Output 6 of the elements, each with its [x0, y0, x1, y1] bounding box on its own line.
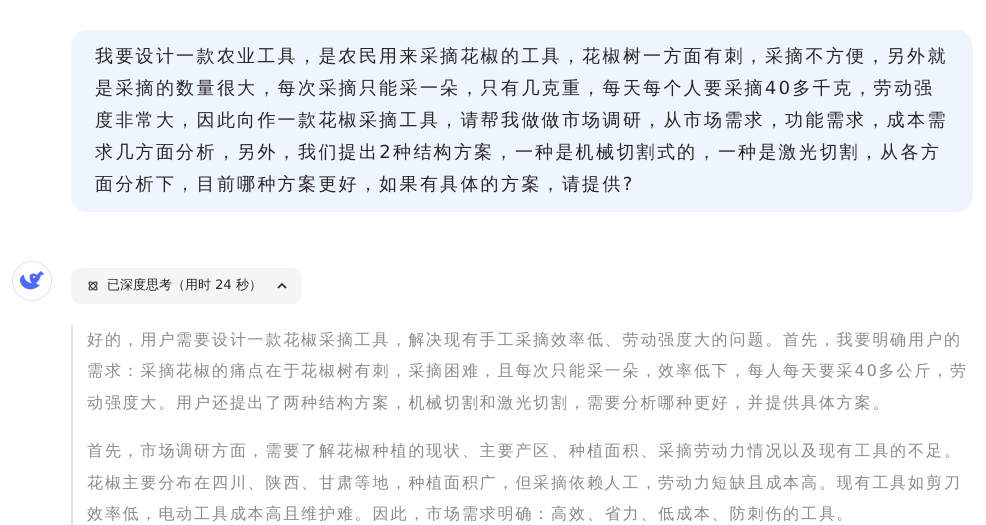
whale-icon	[19, 271, 45, 291]
thinking-paragraph: 首先，市场调研方面，需要了解花椒种植的现状、主要产区、种植面积、采摘劳动力情况以及现有工具的不足。花椒主要分布在四川、陕西、甘肃等地，种植面积广，但采摘依赖人工，劳动力短缺且成本高。现有工具如剪刀效率低，电动工具成本高且维护难。因此，市场需求明确：高效、省力、低成本、防刺伤的工具。	[87, 440, 963, 525]
thinking-toggle[interactable]: 已深度思考（用时 24 秒）	[71, 268, 302, 304]
user-message: 我要设计一款农业工具，是农民用来采摘花椒的工具，花椒树一方面有刺，采摘不方便，另外就是采摘的数量很大，每次采摘只能采一朵，只有几克重，每天每个人要采摘40多千克，劳动强度非常大，因此向作一款花椒采摘工具，请帮我做做市场调研，从市场需求，功能需求，成本需求几方面分析，另外，我们提出2种结构方案，一种是机械切割式的，一种是激光切割，从各方面分析下，目前哪种方案更好，如果有具体的方案，请提供?	[71, 30, 973, 212]
thinking-paragraph: 好的，用户需要设计一款花椒采摘工具，解决现有手工采摘效率低、劳动强度大的问题。首先，我要明确用户的需求：采摘花椒的痛点在于花椒树有刺，采摘困难，且每次只能采一朵，效率低下，每人每天要采40多公斤，劳动强度大。用户还提出了两种结构方案，机械切割和激光切割，需要分析哪种更好，并提供具体方案。	[87, 328, 969, 414]
atom-icon	[87, 280, 99, 292]
